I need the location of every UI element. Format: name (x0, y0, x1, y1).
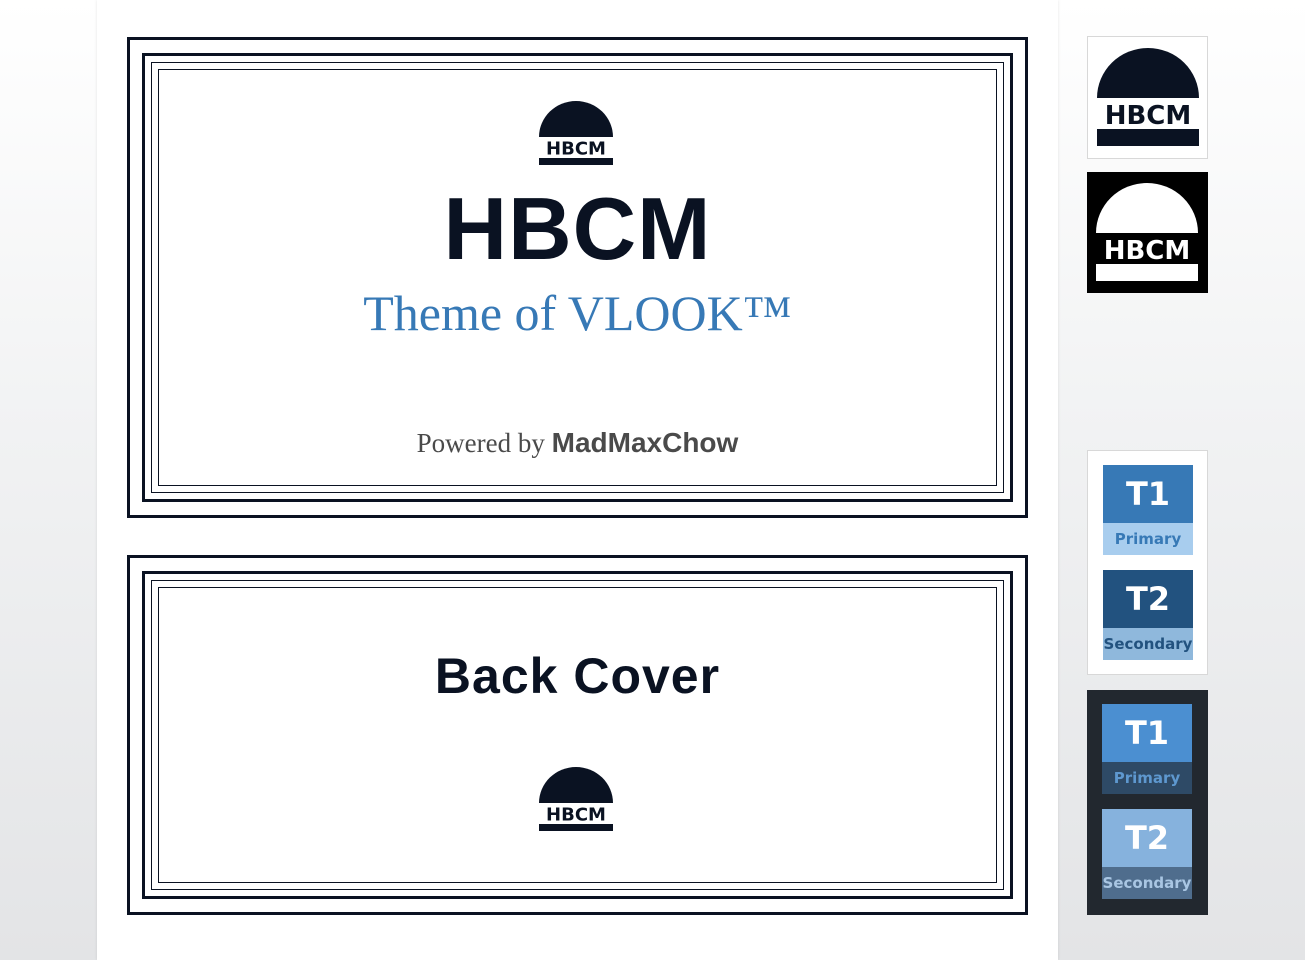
powered-by-prefix: Powered by (416, 428, 545, 458)
swatch-t1-primary: T1 Primary (1103, 465, 1193, 555)
logo-text: HBCM (546, 139, 606, 160)
logo-light-preview: HBCM (1087, 36, 1208, 159)
swatch-code: T1 (1102, 704, 1192, 762)
cover-frame-outer (142, 571, 1013, 899)
swatch-code: T2 (1103, 570, 1193, 628)
back-cover-title: Back Cover (434, 648, 721, 704)
hbcm-logo-icon: HBCM (1097, 48, 1199, 146)
powered-by-line: Powered by MadMaxChow (130, 429, 1025, 457)
cover-title: HBCM (443, 179, 712, 278)
swatch-label: Primary (1102, 762, 1192, 794)
swatch-label: Secondary (1103, 628, 1193, 660)
cover-frame-inner (158, 587, 997, 883)
hbcm-logo-icon: HBCM (1096, 183, 1198, 281)
cover-frame-middle (151, 580, 1004, 890)
back-cover: Back Cover HBCM (127, 555, 1028, 915)
swatch-code: T2 (1102, 809, 1192, 867)
logo-dark-preview: HBCM (1087, 172, 1208, 293)
hbcm-logo-icon: HBCM (538, 101, 614, 171)
logo-text: HBCM (1105, 101, 1192, 131)
swatch-label: Primary (1103, 523, 1193, 555)
hbcm-logo-icon: HBCM (538, 767, 614, 837)
cover-subtitle: Theme of VLOOK™ (363, 285, 792, 341)
swatch-code: T1 (1103, 465, 1193, 523)
document-page: HBCM HBCM Theme of VLOOK™ Powered by Mad… (97, 0, 1058, 960)
swatch-t1-primary: T1 Primary (1102, 704, 1192, 794)
swatch-label: Secondary (1102, 867, 1192, 899)
swatch-t2-secondary: T2 Secondary (1102, 809, 1192, 899)
logo-text: HBCM (546, 805, 606, 826)
front-cover: HBCM HBCM Theme of VLOOK™ Powered by Mad… (127, 37, 1028, 518)
light-theme-swatches: T1 Primary T2 Secondary (1087, 450, 1208, 675)
powered-by-author: MadMaxChow (551, 427, 739, 458)
logo-text: HBCM (1104, 236, 1191, 266)
dark-theme-swatches: T1 Primary T2 Secondary (1087, 690, 1208, 915)
swatch-t2-secondary: T2 Secondary (1103, 570, 1193, 660)
